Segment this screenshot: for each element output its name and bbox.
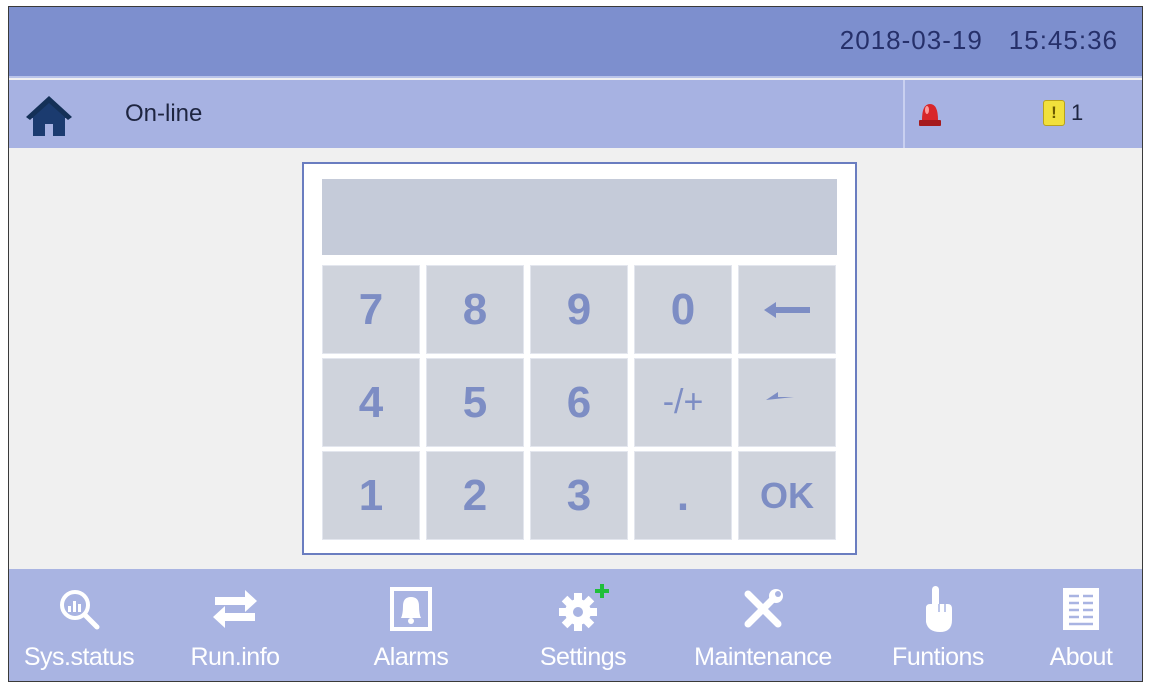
key-9[interactable]: 9	[530, 265, 628, 354]
document-icon	[1053, 581, 1109, 637]
status-divider	[903, 80, 905, 148]
backspace-key[interactable]	[738, 265, 836, 354]
nav-functions-label: Funtions	[892, 643, 984, 671]
key-8[interactable]: 8	[426, 265, 524, 354]
key-4[interactable]: 4	[322, 358, 420, 447]
nav-about[interactable]: About	[1029, 569, 1133, 681]
numeric-keypad: 7 8 9 0 4 5 6 -/+ 1 2 3 . OK	[302, 162, 857, 555]
bottom-nav: Sys.status Run.info Alarms Settings Main…	[9, 569, 1142, 681]
online-status: On-line	[125, 100, 203, 127]
warning-icon: !	[1043, 100, 1065, 126]
top-bar: 2018-03-19 15:45:36	[9, 7, 1142, 78]
date-text: 2018-03-19	[839, 25, 983, 55]
alarm-bell-icon	[383, 581, 439, 637]
nav-sys-status[interactable]: Sys.status	[15, 569, 143, 681]
return-key[interactable]	[738, 358, 836, 447]
nav-maintenance-label: Maintenance	[694, 643, 832, 671]
time-text: 15:45:36	[1008, 25, 1118, 55]
key-2[interactable]: 2	[426, 451, 524, 540]
warning-indicator[interactable]: ! 1	[1043, 100, 1083, 126]
key-5[interactable]: 5	[426, 358, 524, 447]
nav-settings-label: Settings	[539, 643, 627, 671]
key-7[interactable]: 7	[322, 265, 420, 354]
key-1[interactable]: 1	[322, 451, 420, 540]
backspace-arrow-icon	[764, 301, 810, 318]
magnifier-chart-icon	[51, 581, 107, 637]
key-6[interactable]: 6	[530, 358, 628, 447]
nav-maintenance[interactable]: Maintenance	[677, 569, 849, 681]
siren-icon[interactable]	[917, 98, 943, 128]
hmi-screen: 2018-03-19 15:45:36 On-line ! 1 7 8 9 0 …	[8, 6, 1143, 682]
ok-key[interactable]: OK	[738, 451, 836, 540]
key-0[interactable]: 0	[634, 265, 732, 354]
nav-run-info[interactable]: Run.info	[175, 569, 295, 681]
swap-arrows-icon	[207, 581, 263, 637]
nav-run-info-label: Run.info	[190, 643, 280, 671]
nav-alarms[interactable]: Alarms	[357, 569, 465, 681]
nav-about-label: About	[1049, 643, 1113, 671]
nav-functions[interactable]: Funtions	[875, 569, 1001, 681]
key-3[interactable]: 3	[530, 451, 628, 540]
datetime-display: 2018-03-19 15:45:36	[840, 25, 1118, 56]
pointing-hand-icon	[910, 581, 966, 637]
keypad-display[interactable]	[322, 179, 837, 255]
wrench-screwdriver-icon	[735, 581, 791, 637]
sign-toggle-key[interactable]: -/+	[634, 358, 732, 447]
nav-alarms-label: Alarms	[373, 643, 449, 671]
return-arrow-icon	[766, 391, 794, 400]
home-icon[interactable]	[25, 94, 73, 138]
decimal-point-key[interactable]: .	[634, 451, 732, 540]
gear-plus-icon	[555, 581, 611, 637]
status-bar: On-line ! 1	[9, 80, 1142, 148]
nav-settings[interactable]: Settings	[523, 569, 643, 681]
warning-count: 1	[1071, 100, 1084, 125]
nav-sys-status-label: Sys.status	[23, 643, 135, 671]
